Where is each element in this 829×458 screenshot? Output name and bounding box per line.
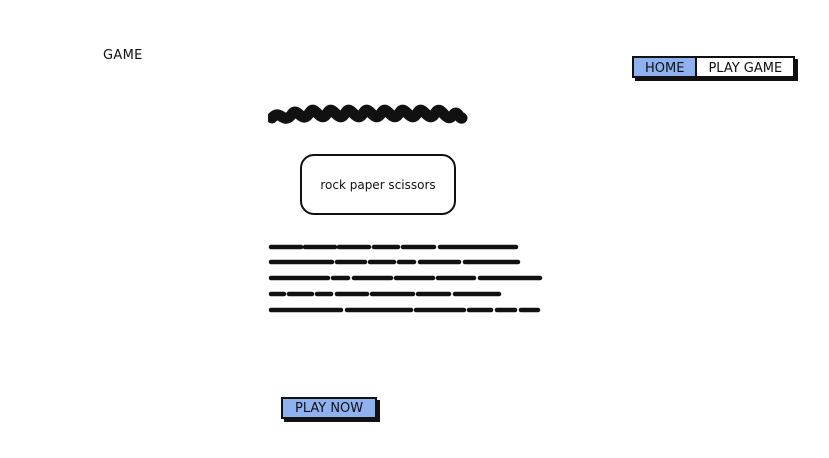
- game-title-card: rock paper scissors: [300, 154, 456, 215]
- play-now-button[interactable]: PLAY NOW: [281, 397, 378, 419]
- top-nav: HOME PLAY GAME: [632, 56, 796, 78]
- nav-home-button[interactable]: HOME: [632, 56, 698, 78]
- nav-play-game-button[interactable]: PLAY GAME: [697, 56, 796, 78]
- game-title-text: rock paper scissors: [320, 177, 436, 192]
- paragraph-placeholder-scribble: [268, 244, 543, 313]
- logo-text: GAME: [103, 48, 143, 63]
- heading-placeholder-scribble: [268, 104, 468, 124]
